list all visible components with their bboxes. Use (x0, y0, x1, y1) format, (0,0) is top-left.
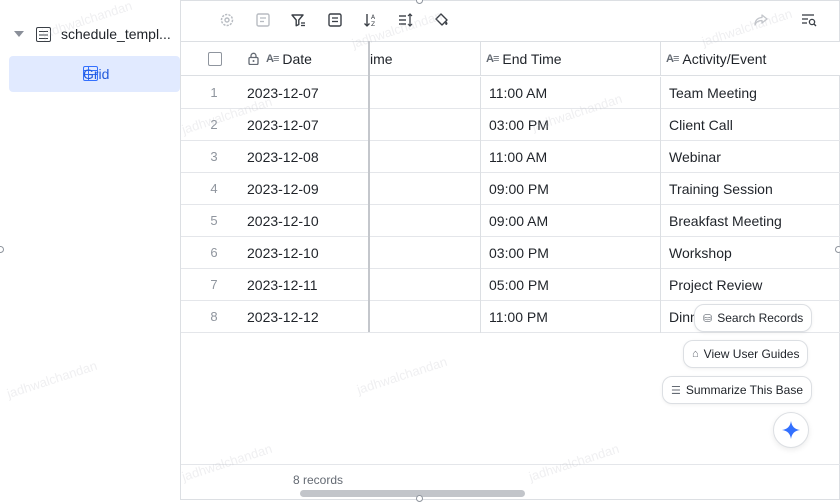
activity-cell[interactable]: Breakfast Meeting (669, 205, 809, 236)
row-number[interactable]: 1 (181, 77, 247, 108)
start-time-cell[interactable] (370, 173, 480, 204)
lock-icon (248, 52, 259, 65)
column-header-start-time[interactable]: ime (370, 42, 480, 75)
date-cell[interactable]: 2023-12-07 (247, 109, 367, 140)
toolbar: AZ (181, 0, 840, 41)
ai-assistant-button[interactable] (773, 412, 809, 448)
sidebar-table-item[interactable]: schedule_templ... (14, 22, 171, 46)
end-time-cell[interactable]: 03:00 PM (489, 237, 659, 268)
activity-cell[interactable]: Team Meeting (669, 77, 809, 108)
column-divider (660, 77, 661, 333)
row-number[interactable]: 5 (181, 205, 247, 236)
row-number[interactable]: 3 (181, 141, 247, 172)
group-icon[interactable] (326, 11, 344, 29)
column-header-end-time-label: End Time (502, 50, 562, 67)
date-cell[interactable]: 2023-12-12 (247, 301, 367, 332)
start-time-cell[interactable] (370, 269, 480, 300)
start-time-cell[interactable] (370, 205, 480, 236)
filter-icon[interactable] (289, 11, 307, 29)
collapse-caret-icon[interactable] (14, 31, 24, 37)
date-cell[interactable]: 2023-12-10 (247, 237, 367, 268)
view-user-guides-label: View User Guides (703, 347, 800, 361)
text-field-icon: A≡ (266, 52, 279, 65)
summarize-base-label: Summarize This Base (685, 383, 804, 397)
search-panel-icon[interactable] (800, 11, 818, 29)
table-row[interactable]: 4 2023-12-09 09:00 PM Training Session (181, 173, 840, 205)
start-time-cell[interactable] (370, 141, 480, 172)
grid-header-row: A≡ Date ime A≡ End Time A≡ Activity/Even… (181, 41, 840, 76)
svg-text:Z: Z (371, 21, 375, 28)
sort-icon[interactable]: AZ (362, 11, 380, 29)
column-header-start-time-label: ime (370, 50, 393, 67)
row-height-icon[interactable] (397, 11, 415, 29)
end-time-cell[interactable]: 11:00 PM (489, 301, 659, 332)
end-time-cell[interactable]: 09:00 PM (489, 173, 659, 204)
end-time-cell[interactable]: 05:00 PM (489, 269, 659, 300)
table-row[interactable]: 2 2023-12-07 03:00 PM Client Call (181, 109, 840, 141)
resize-handle[interactable] (835, 246, 840, 253)
date-cell[interactable]: 2023-12-08 (247, 141, 367, 172)
activity-cell[interactable]: Webinar (669, 141, 809, 172)
date-cell[interactable]: 2023-12-11 (247, 269, 367, 300)
table-row[interactable]: 1 2023-12-07 11:00 AM Team Meeting (181, 77, 840, 109)
activity-cell[interactable]: Training Session (669, 173, 809, 204)
horizontal-scrollbar[interactable] (300, 490, 525, 497)
gear-icon[interactable] (218, 11, 236, 29)
start-time-cell[interactable] (370, 237, 480, 268)
summarize-base-button[interactable]: ☰ Summarize This Base (662, 376, 813, 404)
row-number[interactable]: 8 (181, 301, 247, 332)
fill-color-icon[interactable] (433, 11, 451, 29)
view-user-guides-button[interactable]: ⌂ View User Guides (683, 340, 809, 368)
database-icon: ⛁ (703, 312, 713, 325)
table-name: schedule_templ... (61, 26, 171, 42)
column-divider (660, 42, 661, 75)
row-number[interactable]: 7 (181, 269, 247, 300)
column-header-date-label: Date (282, 50, 312, 67)
column-divider (480, 42, 481, 75)
svg-text:A: A (371, 14, 376, 21)
start-time-cell[interactable] (370, 77, 480, 108)
start-time-cell[interactable] (370, 109, 480, 140)
resize-handle[interactable] (416, 495, 423, 502)
date-cell[interactable]: 2023-12-07 (247, 77, 367, 108)
end-time-cell[interactable]: 09:00 AM (489, 205, 659, 236)
end-time-cell[interactable]: 11:00 AM (489, 141, 659, 172)
select-all-checkbox[interactable] (208, 52, 222, 66)
table-row[interactable]: 7 2023-12-11 05:00 PM Project Review (181, 269, 840, 301)
share-icon[interactable] (752, 11, 770, 29)
text-field-icon: A≡ (666, 52, 679, 65)
grid-view-label: Grid (83, 66, 110, 82)
sidebar: schedule_templ... Grid (0, 0, 181, 500)
activity-cell[interactable]: Project Review (669, 269, 809, 300)
record-count: 8 records (293, 473, 344, 487)
form-icon[interactable] (254, 11, 272, 29)
end-time-cell[interactable]: 03:00 PM (489, 109, 659, 140)
search-records-button[interactable]: ⛁ Search Records (694, 304, 813, 332)
column-divider (480, 77, 481, 333)
sidebar-item-grid-view[interactable]: Grid (9, 56, 180, 92)
date-cell[interactable]: 2023-12-09 (247, 173, 367, 204)
search-records-label: Search Records (717, 311, 804, 325)
table-row[interactable]: 3 2023-12-08 11:00 AM Webinar (181, 141, 840, 173)
table-row[interactable]: 5 2023-12-10 09:00 AM Breakfast Meeting (181, 205, 840, 237)
end-time-cell[interactable]: 11:00 AM (489, 77, 659, 108)
activity-cell[interactable]: Workshop (669, 237, 809, 268)
column-header-date[interactable]: A≡ Date (266, 42, 366, 75)
start-time-cell[interactable] (370, 301, 480, 332)
sparkle-icon (782, 421, 800, 439)
column-header-activity-label: Activity/Event (682, 50, 767, 67)
row-number[interactable]: 4 (181, 173, 247, 204)
table-row[interactable]: 6 2023-12-10 03:00 PM Workshop (181, 237, 840, 269)
table-icon (36, 26, 51, 42)
column-header-activity[interactable]: A≡ Activity/Event (666, 42, 840, 75)
activity-cell[interactable]: Client Call (669, 109, 809, 140)
text-field-icon: A≡ (486, 52, 499, 65)
column-header-end-time[interactable]: A≡ End Time (486, 42, 656, 75)
row-number[interactable]: 6 (181, 237, 247, 268)
row-number[interactable]: 2 (181, 109, 247, 140)
frozen-column-divider[interactable] (368, 41, 370, 332)
graduation-cap-icon: ⌂ (692, 348, 699, 360)
date-cell[interactable]: 2023-12-10 (247, 205, 367, 236)
summary-list-icon: ☰ (671, 384, 681, 397)
